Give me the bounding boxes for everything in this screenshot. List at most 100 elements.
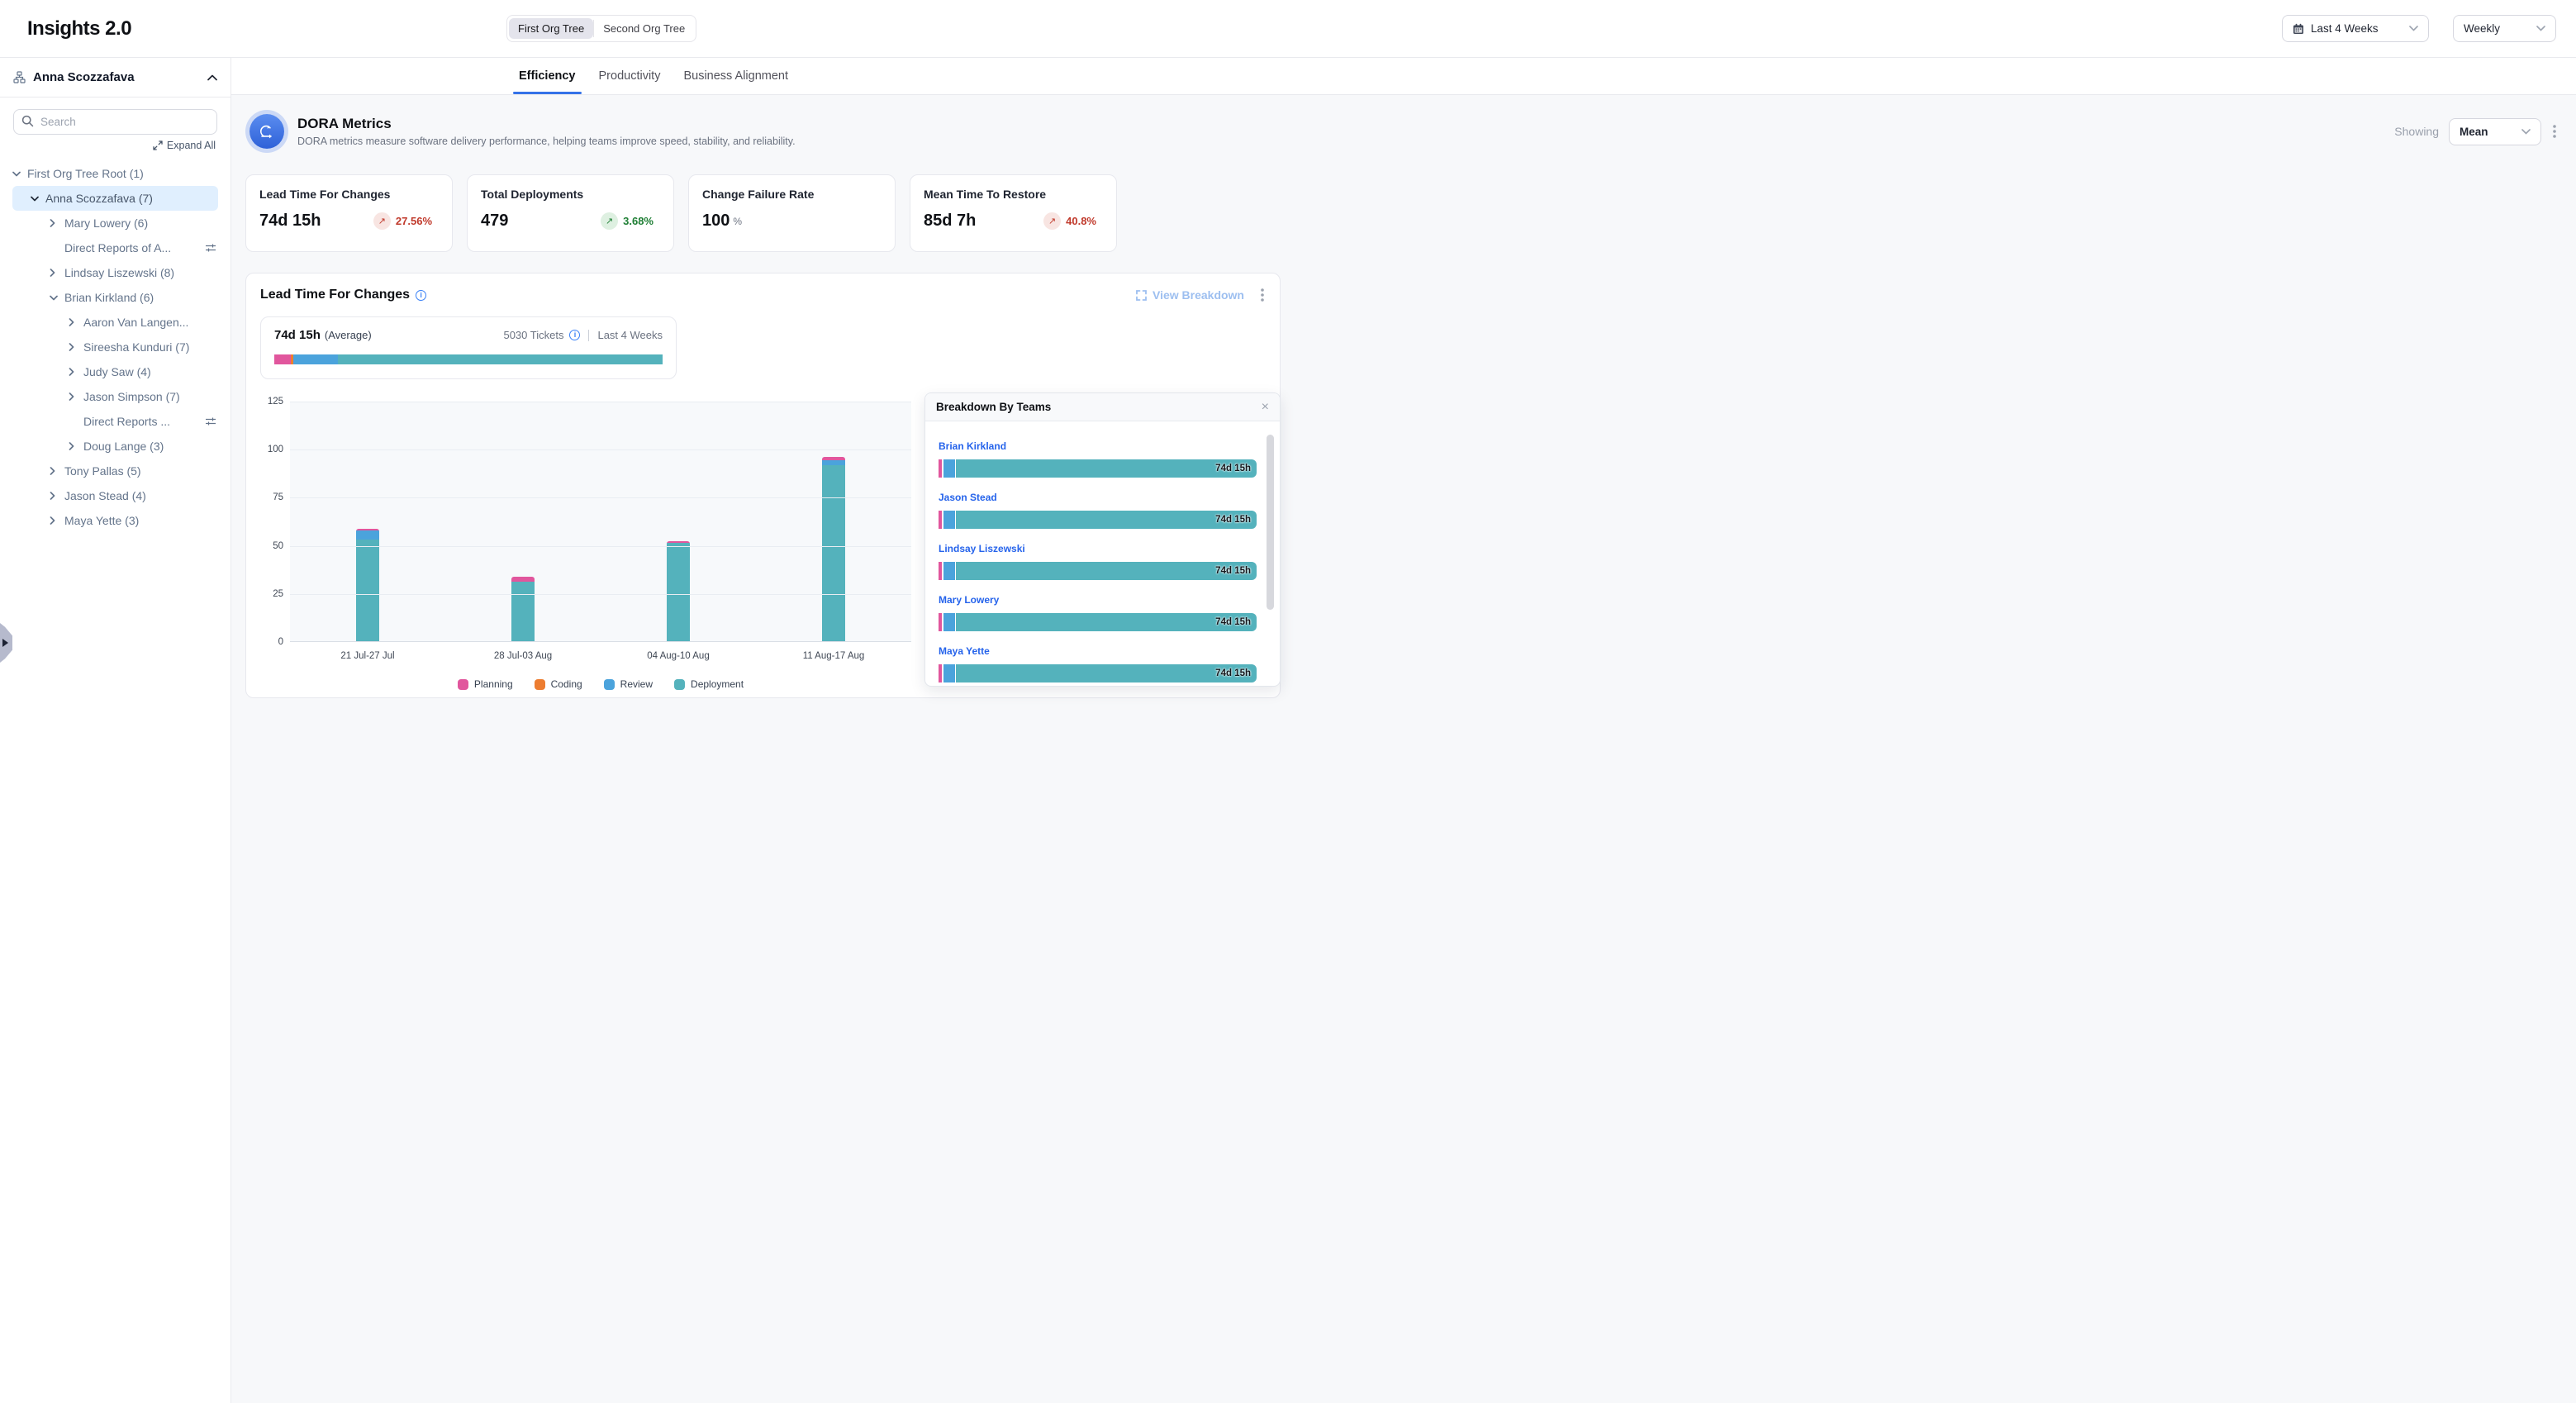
view-breakdown-button[interactable]: View Breakdown (1136, 288, 1244, 302)
bar-segment-deployment (356, 540, 379, 641)
bar-segment-review (356, 530, 379, 539)
lead-time-chart: 0255075100125 21 Jul-27 Jul28 Jul-03 Aug… (290, 402, 911, 690)
tree-item-judy-saw[interactable]: Judy Saw (4) (12, 359, 218, 384)
team-row-jason-stead: Jason Stead 74d 15h (939, 490, 1257, 529)
summary-phase-bar (274, 354, 663, 364)
bar-segment-planning (939, 511, 942, 529)
tree-item-tony-pallas[interactable]: Tony Pallas (5) (12, 459, 218, 483)
sidebar-search (13, 109, 217, 135)
tree-item-label: Mary Lowery (6) (64, 216, 148, 230)
more-options-icon[interactable] (2551, 123, 2558, 140)
stacked-bar-28-jul-03-aug[interactable] (511, 577, 535, 641)
chevron-down-icon (50, 295, 58, 301)
expand-all-button[interactable]: Expand All (0, 140, 231, 151)
bar-segment-deployment (667, 543, 690, 641)
team-phase-bar: 74d 15h (939, 459, 1257, 478)
team-name-link[interactable]: Lindsay Liszewski (939, 543, 1025, 554)
bar-slot (756, 402, 911, 641)
toggle-first-org-tree[interactable]: First Org Tree (509, 18, 593, 39)
stacked-bar-11-aug-17-aug[interactable] (822, 457, 845, 641)
tree-item-direct-reports-of-a[interactable]: Direct Reports of A... (12, 235, 218, 260)
showing-dropdown[interactable]: Mean (2449, 118, 2541, 145)
y-axis-tick: 75 (252, 492, 283, 502)
legend-swatch (535, 679, 545, 690)
team-phase-bar: 74d 15h (939, 664, 1257, 682)
chevron-up-icon[interactable] (207, 74, 217, 81)
tree-item-jason-simpson[interactable]: Jason Simpson (7) (12, 384, 218, 409)
toggle-second-org-tree[interactable]: Second Org Tree (594, 18, 694, 39)
metric-value: 74d 15h (259, 212, 321, 231)
bar-slot (445, 402, 601, 641)
breakdown-panel-title: Breakdown By Teams (936, 401, 1051, 413)
metric-card-total-deployments: Total Deployments479↗3.68% (467, 174, 674, 252)
date-range-value: Last 4 Weeks (2311, 22, 2379, 35)
bar-segment-review (943, 459, 955, 478)
tree-item-maya-yette[interactable]: Maya Yette (3) (12, 508, 218, 533)
scrollbar-thumb[interactable] (1267, 435, 1274, 610)
team-name-link[interactable]: Brian Kirkland (939, 440, 1006, 452)
chart-more-options-icon[interactable] (1259, 287, 1266, 303)
tab-efficiency[interactable]: Efficiency (519, 58, 576, 94)
tree-item-jason-stead[interactable]: Jason Stead (4) (12, 483, 218, 508)
tree-item-label: Lindsay Liszewski (8) (64, 266, 174, 279)
tree-item-first-org-tree-root[interactable]: First Org Tree Root (1) (12, 161, 218, 186)
bar-segment-review (943, 562, 955, 580)
team-phase-bar: 74d 15h (939, 511, 1257, 529)
close-icon[interactable]: × (1262, 401, 1269, 414)
granularity-dropdown[interactable]: Weekly (2453, 15, 2556, 42)
tree-item-aaron-van-langen[interactable]: Aaron Van Langen... (12, 310, 218, 335)
x-axis-labels: 21 Jul-27 Jul28 Jul-03 Aug04 Aug-10 Aug1… (290, 651, 911, 661)
bar-segment-deployment: 74d 15h (956, 562, 1257, 580)
search-icon (21, 115, 34, 127)
tab-business-alignment[interactable]: Business Alignment (683, 58, 788, 94)
chevron-right-icon (69, 368, 77, 376)
chevron-right-icon (50, 269, 58, 277)
tree-item-brian-kirkland[interactable]: Brian Kirkland (6) (12, 285, 218, 310)
info-icon[interactable]: i (416, 290, 426, 301)
expand-all-label: Expand All (167, 140, 216, 151)
breakdown-panel-header: Breakdown By Teams × (925, 393, 1280, 421)
team-name-link[interactable]: Jason Stead (939, 492, 997, 503)
search-input[interactable] (13, 109, 217, 135)
gridline (290, 497, 911, 498)
y-axis-tick: 125 (252, 397, 283, 407)
tab-productivity[interactable]: Productivity (599, 58, 661, 94)
tree-item-lindsay-liszewski[interactable]: Lindsay Liszewski (8) (12, 260, 218, 285)
stacked-bar-04-aug-10-aug[interactable] (667, 541, 690, 641)
legend-label: Coding (551, 678, 582, 690)
tree-item-label: First Org Tree Root (1) (27, 167, 144, 180)
bar-segment-planning (939, 664, 942, 682)
chevron-down-icon (12, 171, 21, 177)
team-row-maya-yette: Maya Yette 74d 15h (939, 644, 1257, 682)
sidebar-user-name: Anna Scozzafava (33, 70, 135, 84)
team-name-link[interactable]: Maya Yette (939, 645, 990, 657)
tree-item-mary-lowery[interactable]: Mary Lowery (6) (12, 211, 218, 235)
team-phase-bar: 74d 15h (939, 562, 1257, 580)
chevron-right-icon (50, 516, 58, 525)
team-name-link[interactable]: Mary Lowery (939, 594, 999, 606)
tree-item-doug-lange[interactable]: Doug Lange (3) (12, 434, 218, 459)
breakdown-panel: Breakdown By Teams × Brian Kirkland 74d 1… (924, 392, 1281, 687)
legend-label: Deployment (691, 678, 744, 690)
org-chart-icon (13, 71, 26, 83)
org-tree-toggle: First Org Tree Second Org Tree (506, 15, 696, 42)
gridline (290, 449, 911, 450)
tree-item-direct-reports[interactable]: Direct Reports ... (12, 409, 218, 434)
tickets-info-icon[interactable]: i (569, 330, 580, 340)
summary-value: 74d 15h (274, 328, 321, 342)
tree-item-anna-scozzafava[interactable]: Anna Scozzafava (7) (12, 186, 218, 211)
summary-qualifier: (Average) (325, 329, 372, 341)
filter-sliders-icon[interactable] (205, 243, 216, 253)
date-range-dropdown[interactable]: Last 4 Weeks (2282, 15, 2429, 42)
app-title: Insights 2.0 (27, 17, 131, 40)
filter-sliders-icon[interactable] (205, 416, 216, 426)
tree-item-sireesha-kunduri[interactable]: Sireesha Kunduri (7) (12, 335, 218, 359)
trend-badge: ↗40.8% (1043, 212, 1096, 230)
team-row-lindsay-liszewski: Lindsay Liszewski 74d 15h (939, 541, 1257, 580)
trend-arrow-icon: ↗ (1043, 212, 1061, 230)
team-value-label: 74d 15h (1215, 464, 1251, 473)
trend-value: 3.68% (623, 215, 654, 227)
summary-segment-deployment (338, 354, 663, 364)
gridline (290, 546, 911, 547)
dora-title: DORA Metrics (297, 116, 796, 132)
